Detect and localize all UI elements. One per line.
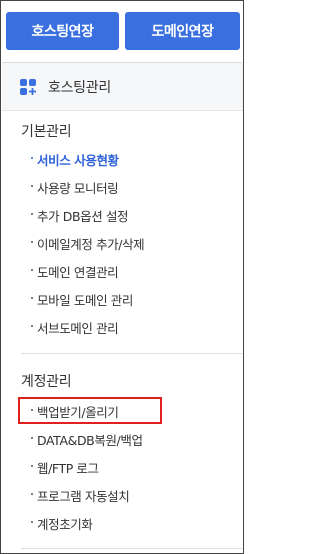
grid-plus-icon (20, 79, 36, 95)
sidebar-panel: 호스팅연장 도메인연장 호스팅관리 기본관리 서비스 사용현황 사용량 모니터링… (0, 0, 244, 554)
divider (21, 548, 242, 549)
menu-item-service-usage[interactable]: 서비스 사용현황 (31, 145, 227, 173)
menu-item-label: 도메인 연결관리 (37, 264, 119, 280)
menu-item-domain-connection[interactable]: 도메인 연결관리 (31, 257, 227, 285)
group-title-basic: 기본관리 (21, 124, 72, 140)
bullet-icon (31, 297, 33, 299)
menu-item-account-reset[interactable]: 계정초기화 (31, 509, 227, 537)
menu-item-db-options[interactable]: 추가 DB옵션 설정 (31, 201, 227, 229)
hosting-extend-button[interactable]: 호스팅연장 (6, 12, 119, 50)
bullet-icon (31, 213, 33, 215)
bullet-icon (31, 157, 33, 159)
menu-item-label: 이메일계정 추가/삭제 (37, 236, 145, 252)
group-title-account: 계정관리 (21, 374, 72, 390)
menu-item-label: DATA&DB복원/백업 (37, 432, 143, 448)
menu-item-usage-monitoring[interactable]: 사용량 모니터링 (31, 173, 227, 201)
menu-item-label: 추가 DB옵션 설정 (37, 208, 129, 224)
bullet-icon (31, 493, 33, 495)
divider (21, 353, 242, 354)
menu-item-mobile-domain[interactable]: 모바일 도메인 관리 (31, 285, 227, 313)
bullet-icon (31, 325, 33, 327)
menu-item-label: 프로그램 자동설치 (37, 488, 130, 504)
menu-item-label: 사용량 모니터링 (37, 180, 119, 196)
bullet-icon (31, 185, 33, 187)
bullet-icon (31, 521, 33, 523)
bullet-icon (31, 465, 33, 467)
menu-item-subdomain[interactable]: 서브도메인 관리 (31, 313, 227, 341)
section-header-hosting[interactable]: 호스팅관리 (2, 63, 243, 111)
menu-item-label: 계정초기화 (37, 516, 93, 532)
bullet-icon (31, 269, 33, 271)
menu-item-label: 서비스 사용현황 (37, 152, 119, 168)
menu-item-auto-install[interactable]: 프로그램 자동설치 (31, 481, 227, 509)
menu-item-label: 모바일 도메인 관리 (37, 292, 133, 308)
bullet-icon (31, 437, 33, 439)
top-button-row: 호스팅연장 도메인연장 (6, 12, 240, 50)
menu-item-backup-upload[interactable]: 백업받기/올리기 (31, 397, 227, 425)
domain-extend-button[interactable]: 도메인연장 (125, 12, 240, 50)
menu-item-email-accounts[interactable]: 이메일계정 추가/삭제 (31, 229, 227, 257)
bullet-icon (31, 241, 33, 243)
menu-item-data-db-restore[interactable]: DATA&DB복원/백업 (31, 425, 227, 453)
bullet-icon (31, 409, 33, 411)
menu-item-label: 웹/FTP 로그 (37, 460, 99, 476)
section-title: 호스팅관리 (48, 80, 111, 96)
menu-item-label: 백업받기/올리기 (37, 404, 119, 420)
menu-item-web-ftp-log[interactable]: 웹/FTP 로그 (31, 453, 227, 481)
menu-item-label: 서브도메인 관리 (37, 320, 119, 336)
